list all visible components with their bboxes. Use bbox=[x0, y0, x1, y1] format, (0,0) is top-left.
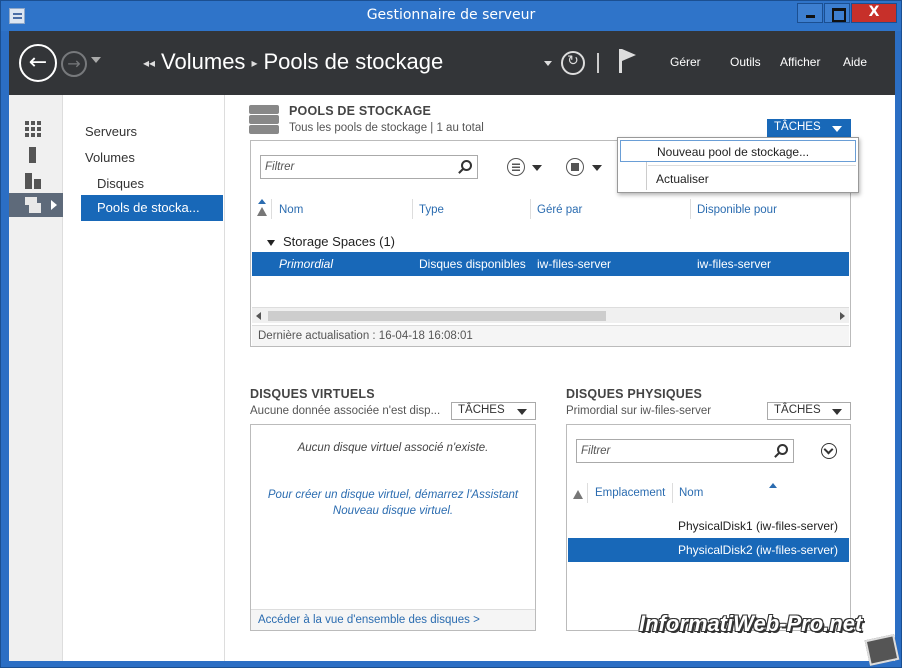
virtual-disks-subtitle: Aucune donnée associée n'est disp... bbox=[250, 405, 441, 417]
back-arrow-icon: ← bbox=[28, 50, 48, 75]
watermark-text: InformatiWeb-Pro.net bbox=[639, 611, 863, 636]
disks-overview-link[interactable]: Accéder à la vue d'ensemble des disques … bbox=[258, 614, 480, 626]
column-name[interactable]: Nom bbox=[679, 487, 703, 499]
table-row-selected[interactable]: PhysicalDisk2 (iw-files-server) bbox=[568, 538, 849, 562]
column-available-for[interactable]: Disponible pour bbox=[697, 204, 777, 216]
local-server-icon[interactable] bbox=[29, 147, 36, 163]
pools-filter-input[interactable]: Filtrer bbox=[260, 155, 478, 179]
list-view-icon[interactable] bbox=[507, 158, 525, 176]
subnav-item-servers[interactable]: Serveurs bbox=[85, 124, 137, 139]
cell-managed-by: iw-files-server bbox=[537, 257, 612, 271]
table-row[interactable]: PhysicalDisk1 (iw-files-server) bbox=[678, 519, 838, 533]
physical-disks-panel: Filtrer Emplacement Nom PhysicalDisk1 (i… bbox=[566, 424, 851, 631]
menu-view[interactable]: Afficher bbox=[780, 55, 820, 69]
window-title: Gestionnaire de serveur bbox=[366, 7, 536, 23]
warning-column-icon bbox=[257, 207, 267, 216]
warning-column-icon bbox=[573, 490, 583, 499]
menu-help[interactable]: Aide bbox=[843, 55, 867, 69]
column-name[interactable]: Nom bbox=[279, 204, 303, 216]
cell-available-for: iw-files-server bbox=[697, 257, 772, 271]
virtual-disks-tasks-button[interactable]: TÂCHES bbox=[451, 402, 536, 420]
close-button[interactable]: X bbox=[851, 3, 897, 23]
breadcrumb: ◂◂ Volumes ▸ Pools de stockage bbox=[137, 49, 443, 75]
file-storage-icon bbox=[25, 197, 41, 213]
minimize-button[interactable] bbox=[797, 3, 823, 23]
scroll-left-icon[interactable] bbox=[256, 312, 261, 320]
pools-section-title: POOLS DE STOCKAGE bbox=[289, 104, 432, 118]
cell-name: Primordial bbox=[279, 257, 334, 271]
subnav-item-volumes[interactable]: Volumes bbox=[85, 150, 135, 165]
expand-chevron-icon[interactable] bbox=[821, 443, 837, 459]
left-rail bbox=[9, 95, 63, 661]
sort-ascending-icon bbox=[258, 199, 266, 204]
breadcrumb-separator-icon: ▸ bbox=[251, 56, 258, 71]
file-storage-services-item[interactable] bbox=[9, 193, 63, 217]
server-manager-window: Gestionnaire de serveur X ← → ◂◂ Volumes ▸… bbox=[0, 0, 902, 668]
tasks-dropdown-menu: Nouveau pool de stockage... Actualiser bbox=[617, 137, 859, 193]
title-bar: Gestionnaire de serveur X bbox=[1, 1, 901, 31]
main-pane: POOLS DE STOCKAGE Tous les pools de stoc… bbox=[225, 95, 895, 661]
all-servers-icon[interactable] bbox=[25, 173, 41, 189]
scroll-right-icon[interactable] bbox=[840, 312, 845, 320]
content-area: Serveurs Volumes Disques Pools de stocka… bbox=[9, 95, 895, 661]
virtual-disks-hint: Pour créer un disque virtuel, démarrez l… bbox=[267, 489, 519, 517]
horizontal-scrollbar[interactable] bbox=[252, 307, 849, 323]
virtual-disks-panel: Aucun disque virtuel associé n'existe. P… bbox=[250, 424, 536, 631]
close-icon: X bbox=[868, 4, 880, 20]
chevron-down-icon bbox=[517, 409, 527, 415]
physical-disks-subtitle: Primordial sur iw-files-server bbox=[566, 405, 712, 417]
breadcrumb-item-pools: Pools de stockage bbox=[263, 49, 444, 74]
sub-navigation: Serveurs Volumes Disques Pools de stocka… bbox=[63, 95, 225, 661]
virtual-disks-empty-message: Aucun disque virtuel associé n'existe. bbox=[297, 442, 489, 454]
dashboard-icon[interactable] bbox=[25, 121, 41, 137]
scrollbar-thumb[interactable] bbox=[268, 311, 606, 321]
pools-tasks-button[interactable]: TÂCHES bbox=[767, 119, 851, 137]
chevron-down-icon bbox=[832, 409, 842, 415]
search-icon[interactable] bbox=[777, 444, 788, 455]
menu-item-new-storage-pool[interactable]: Nouveau pool de stockage... bbox=[620, 140, 856, 162]
back-button[interactable]: ← bbox=[19, 44, 57, 82]
physical-disks-filter-input[interactable]: Filtrer bbox=[576, 439, 794, 463]
header-divider bbox=[597, 53, 599, 73]
menu-tools[interactable]: Outils bbox=[730, 55, 761, 69]
virtual-disks-title: DISQUES VIRTUELS bbox=[250, 387, 375, 401]
chevron-down-icon bbox=[832, 126, 842, 132]
storage-pool-icon bbox=[249, 105, 281, 135]
breadcrumb-back-chevron-icon: ◂◂ bbox=[143, 56, 156, 71]
list-dropdown-icon[interactable] bbox=[532, 165, 542, 171]
sort-ascending-icon bbox=[769, 483, 777, 488]
history-dropdown-icon[interactable] bbox=[91, 57, 101, 63]
column-type[interactable]: Type bbox=[419, 204, 444, 216]
collapse-triangle-icon bbox=[267, 239, 275, 246]
pools-section-subtitle: Tous les pools de stockage | 1 au total bbox=[289, 122, 484, 134]
forward-button[interactable]: → bbox=[61, 51, 87, 77]
subnav-item-disks[interactable]: Disques bbox=[97, 176, 144, 191]
header-bar: ← → ◂◂ Volumes ▸ Pools de stockage ↻ Gérer … bbox=[9, 31, 895, 95]
breadcrumb-dropdown-icon[interactable] bbox=[544, 61, 552, 66]
menu-manage[interactable]: Gérer bbox=[670, 55, 701, 69]
expand-arrow-icon bbox=[51, 200, 57, 210]
pools-last-refresh: Dernière actualisation : 16-04-18 16:08:… bbox=[252, 325, 849, 346]
watermark-logo-icon bbox=[864, 634, 900, 666]
search-icon[interactable] bbox=[461, 160, 472, 171]
notifications-flag-icon[interactable] bbox=[619, 49, 636, 73]
column-managed-by[interactable]: Géré par bbox=[537, 204, 582, 216]
subnav-item-storage-pools[interactable]: Pools de stocka... bbox=[81, 195, 223, 221]
maximize-button[interactable] bbox=[824, 3, 850, 23]
physical-disks-tasks-button[interactable]: TÂCHES bbox=[767, 402, 851, 420]
save-query-icon[interactable] bbox=[566, 158, 584, 176]
table-row[interactable]: Primordial Disques disponibles iw-files-… bbox=[252, 252, 849, 276]
refresh-icon[interactable]: ↻ bbox=[561, 51, 585, 75]
menu-item-refresh[interactable]: Actualiser bbox=[620, 168, 856, 190]
physical-disks-title: DISQUES PHYSIQUES bbox=[566, 387, 703, 401]
cell-type: Disques disponibles bbox=[419, 257, 526, 271]
column-location[interactable]: Emplacement bbox=[595, 487, 665, 499]
group-storage-spaces[interactable]: Storage Spaces (1) bbox=[267, 234, 395, 249]
breadcrumb-item-volumes[interactable]: Volumes bbox=[161, 49, 245, 74]
forward-arrow-icon: → bbox=[67, 54, 81, 73]
save-dropdown-icon[interactable] bbox=[592, 165, 602, 171]
